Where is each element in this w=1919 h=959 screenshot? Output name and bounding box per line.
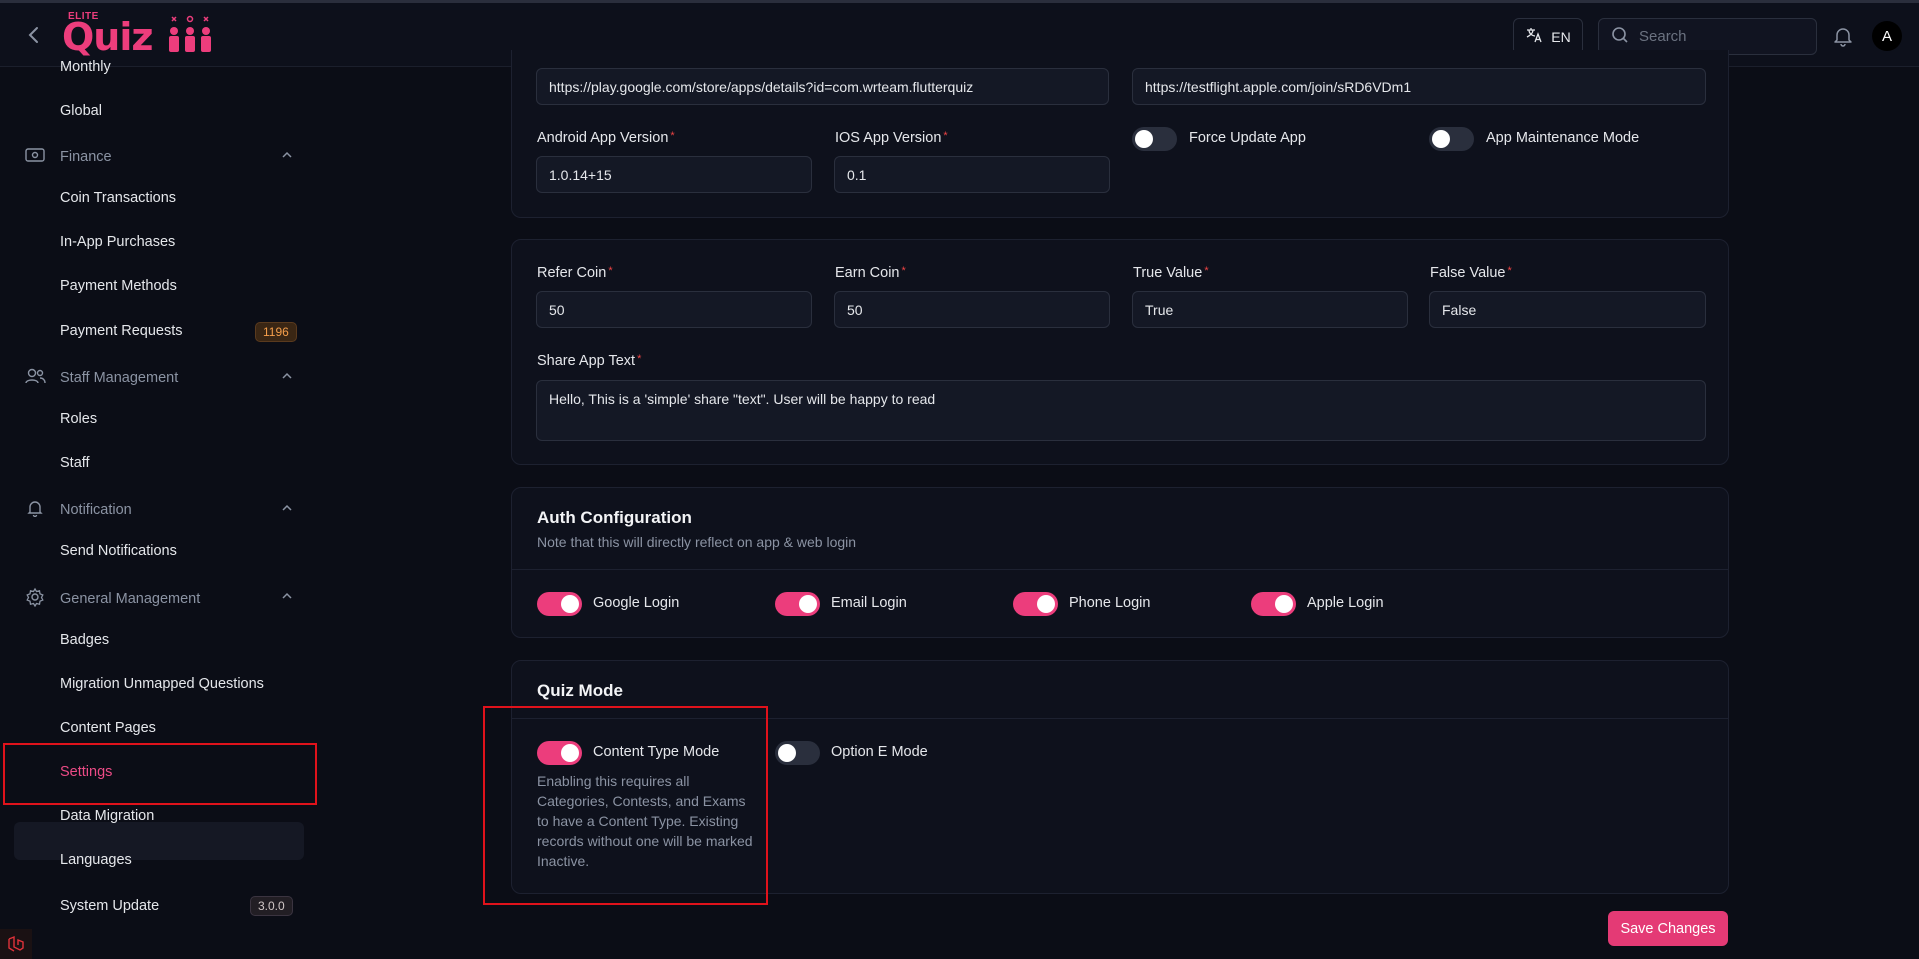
sidebar-group-label: Notification bbox=[60, 502, 132, 518]
save-changes-button[interactable]: Save Changes bbox=[1608, 911, 1728, 946]
sidebar-item-payment-requests[interactable]: Payment Requests bbox=[60, 323, 183, 339]
sidebar-item-in-app-purchases[interactable]: In-App Purchases bbox=[60, 234, 175, 250]
laravel-icon[interactable] bbox=[0, 929, 32, 959]
sidebar-group-label: Staff Management bbox=[60, 370, 179, 386]
earn-coin-label: Earn Coin * bbox=[835, 265, 906, 281]
share-text-textarea[interactable]: Hello, This is a 'simple' share "text". … bbox=[536, 380, 1706, 441]
apple-login-toggle[interactable] bbox=[1251, 592, 1296, 616]
true-value-label: True Value * bbox=[1133, 265, 1209, 281]
sidebar-item-roles[interactable]: Roles bbox=[60, 411, 97, 427]
divider bbox=[512, 569, 1728, 570]
true-value-input[interactable]: True bbox=[1132, 291, 1408, 328]
email-login-toggle[interactable] bbox=[775, 592, 820, 616]
sidebar-item-system-update[interactable]: System Update bbox=[60, 898, 159, 914]
sidebar-item-content-pages[interactable]: Content Pages bbox=[60, 720, 156, 736]
logo-people-icon bbox=[169, 15, 211, 52]
translate-icon bbox=[1525, 26, 1543, 47]
app-logo[interactable]: ELITE Quiz bbox=[62, 9, 211, 61]
force-update-toggle[interactable] bbox=[1132, 127, 1177, 151]
chevron-up-icon bbox=[280, 148, 294, 166]
sidebar-item-migration-unmapped[interactable]: Migration Unmapped Questions bbox=[60, 676, 264, 692]
sidebar-item-languages[interactable]: Languages bbox=[60, 852, 132, 868]
sidebar-item-send-notifications[interactable]: Send Notifications bbox=[60, 543, 177, 559]
refer-coin-input[interactable]: 50 bbox=[536, 291, 812, 328]
avatar[interactable]: A bbox=[1872, 21, 1902, 51]
phone-login-label: Phone Login bbox=[1069, 595, 1151, 611]
sidebar-group-staff-management[interactable]: Staff Management bbox=[24, 367, 294, 389]
quiz-mode-title: Quiz Mode bbox=[537, 681, 623, 700]
sidebar-group-label: General Management bbox=[60, 591, 201, 607]
chevron-up-icon bbox=[280, 369, 294, 387]
android-version-label: Android App Version * bbox=[537, 130, 675, 146]
sidebar-group-finance[interactable]: Finance bbox=[24, 146, 294, 168]
option-e-mode-toggle[interactable] bbox=[775, 741, 820, 765]
sidebar-item-staff[interactable]: Staff bbox=[60, 455, 90, 471]
sidebar-item-badges[interactable]: Badges bbox=[60, 632, 109, 648]
android-url-input[interactable]: https://play.google.com/store/apps/detai… bbox=[536, 68, 1109, 105]
highlight-box-settings bbox=[3, 743, 317, 805]
google-login-label: Google Login bbox=[593, 595, 680, 611]
chevron-up-icon bbox=[280, 589, 294, 607]
coin-settings-card: Refer Coin * 50 Earn Coin * 50 True Value *… bbox=[511, 239, 1729, 465]
chevron-up-icon bbox=[280, 501, 294, 519]
bell-icon[interactable] bbox=[1832, 25, 1854, 47]
maintenance-label: App Maintenance Mode bbox=[1486, 130, 1640, 146]
sidebar-group-notification[interactable]: Notification bbox=[24, 499, 294, 521]
sidebar-group-general-management[interactable]: General Management bbox=[24, 587, 294, 611]
language-label: EN bbox=[1551, 28, 1571, 45]
sidebar-item-data-migration[interactable]: Data Migration bbox=[60, 808, 154, 824]
search-icon bbox=[1611, 26, 1629, 47]
google-login-toggle[interactable] bbox=[537, 592, 582, 616]
payment-requests-badge: 1196 bbox=[255, 322, 297, 342]
auth-config-title: Auth Configuration bbox=[537, 508, 692, 527]
ios-version-label: IOS App Version * bbox=[835, 130, 948, 146]
apple-login-label: Apple Login bbox=[1307, 595, 1384, 611]
sidebar-item-global[interactable]: Global bbox=[60, 103, 102, 119]
email-login-label: Email Login bbox=[831, 595, 907, 611]
app-settings-card: https://play.google.com/store/apps/detai… bbox=[511, 50, 1729, 218]
auth-config-subtitle: Note that this will directly reflect on … bbox=[537, 534, 857, 550]
sidebar-item-monthly[interactable]: Monthly bbox=[60, 59, 111, 75]
phone-login-toggle[interactable] bbox=[1013, 592, 1058, 616]
ios-version-input[interactable]: 0.1 bbox=[834, 156, 1110, 193]
option-e-mode-label: Option E Mode bbox=[831, 744, 928, 760]
logo-text: Quiz bbox=[62, 15, 153, 59]
android-version-input[interactable]: 1.0.14+15 bbox=[536, 156, 812, 193]
sidebar-item-coin-transactions[interactable]: Coin Transactions bbox=[60, 190, 176, 206]
false-value-input[interactable]: False bbox=[1429, 291, 1706, 328]
finance-icon bbox=[24, 146, 46, 168]
back-arrow-icon[interactable] bbox=[22, 23, 46, 47]
refer-coin-label: Refer Coin * bbox=[537, 265, 613, 281]
sidebar-item-payment-methods[interactable]: Payment Methods bbox=[60, 278, 177, 294]
force-update-label: Force Update App bbox=[1189, 130, 1306, 146]
maintenance-toggle[interactable] bbox=[1429, 127, 1474, 151]
false-value-label: False Value * bbox=[1430, 265, 1512, 281]
active-item-highlight bbox=[14, 822, 304, 860]
search-input[interactable] bbox=[1639, 28, 1799, 45]
ios-url-input[interactable]: https://testflight.apple.com/join/sRD6VD… bbox=[1132, 68, 1706, 105]
auth-config-card: Auth Configuration Note that this will d… bbox=[511, 487, 1729, 638]
highlight-box-content-type bbox=[483, 706, 768, 905]
sidebar-group-label: Finance bbox=[60, 149, 112, 165]
users-icon bbox=[24, 367, 46, 389]
share-text-label: Share App Text * bbox=[537, 353, 642, 369]
earn-coin-input[interactable]: 50 bbox=[834, 291, 1110, 328]
gear-icon bbox=[24, 587, 46, 611]
bell-icon bbox=[24, 499, 46, 521]
system-update-badge: 3.0.0 bbox=[250, 896, 293, 916]
